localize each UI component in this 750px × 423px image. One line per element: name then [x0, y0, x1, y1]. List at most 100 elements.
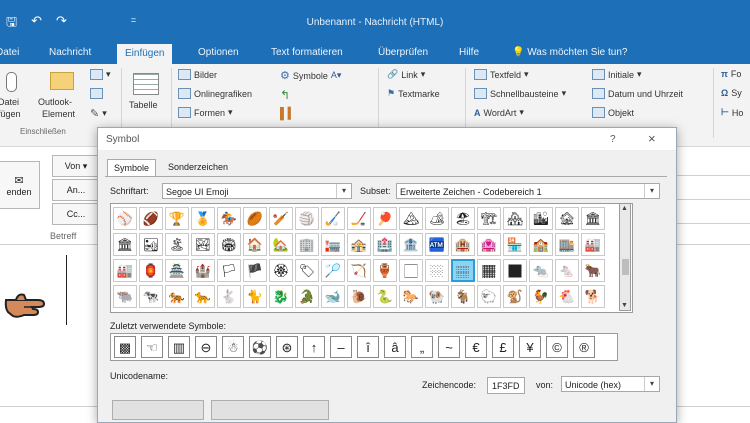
symbol-button[interactable]: Ω Sy [721, 88, 742, 98]
object-button[interactable]: Objekt [592, 107, 634, 118]
symbol-cell[interactable]: 🏗 [477, 207, 501, 230]
tab-options[interactable]: Optionen [198, 47, 239, 58]
symbol-cell[interactable]: 🏪 [503, 233, 527, 256]
symbol-cell[interactable]: 🏓 [373, 207, 397, 230]
symbol-cell[interactable]: 🏕 [425, 207, 449, 230]
symbol-cell[interactable]: 🏸 [321, 259, 345, 282]
symbol-cell[interactable]: 🏉 [243, 207, 267, 230]
symbol-cell[interactable]: 🏆 [165, 207, 189, 230]
symbol-cell[interactable]: 🏭 [113, 259, 137, 282]
symbol-cell[interactable]: 🏨 [451, 233, 475, 256]
symbol-cell[interactable]: 🏼 [425, 259, 449, 282]
subset-select[interactable]: Erweiterte Zeichen - Codebereich 1 ▾ [396, 183, 660, 199]
symbol-cell[interactable]: 🏔 [399, 207, 423, 230]
symbol-cell[interactable]: 🏬 [555, 233, 579, 256]
outlook-element-label-2[interactable]: Element [42, 109, 75, 119]
symbol-cell[interactable]: 🏈 [139, 207, 163, 230]
symbol-cell[interactable]: 🏢 [295, 233, 319, 256]
symbol-cell[interactable]: 🏤 [347, 233, 371, 256]
business-card-button[interactable]: ▾ [90, 69, 111, 80]
symbol-cell[interactable]: 🐌 [347, 285, 371, 308]
from-select[interactable]: Unicode (hex) ▾ [561, 376, 660, 392]
symbol-cell[interactable]: 🏧 [425, 233, 449, 256]
symbol-cell[interactable]: 🏻 [399, 259, 423, 282]
symbol-cell[interactable]: 🏫 [529, 233, 553, 256]
symbol-cell[interactable]: 🏰 [191, 259, 215, 282]
symbol-cell[interactable]: 🐉 [269, 285, 293, 308]
symbol-cell[interactable]: 🐄 [139, 285, 163, 308]
help-button[interactable]: ? [610, 134, 616, 145]
autocorrect-button[interactable] [112, 400, 204, 420]
symbol-cell[interactable]: 🏳 [217, 259, 241, 282]
symbol-grid-scrollbar[interactable]: ▲ ▼ [619, 203, 631, 311]
symbol-cell[interactable]: 🏺 [373, 259, 397, 282]
symbol-cell[interactable]: 🏽 [451, 259, 475, 282]
symbol-cell[interactable]: 🏭 [581, 233, 605, 256]
scroll-up-icon[interactable]: ▲ [621, 205, 628, 212]
symbol-cell[interactable]: 🏇 [217, 207, 241, 230]
table-button[interactable]: Tabelle [129, 100, 158, 110]
recent-symbol[interactable]: ☃ [222, 336, 244, 358]
tell-me-search[interactable]: 💡 Was möchten Sie tun? [512, 47, 627, 58]
symbol-cell[interactable]: 🏜 [139, 233, 163, 256]
online-pictures-button[interactable]: Onlinegrafiken [178, 88, 252, 99]
cc-button[interactable]: Cc... [52, 203, 100, 225]
symbol-cell[interactable]: 🏠 [243, 233, 267, 256]
recent-symbol[interactable]: – [330, 336, 352, 358]
dropcap-button[interactable]: Initiale ▾ [592, 69, 642, 80]
attach-file-label-1[interactable]: Datei [0, 97, 19, 107]
symbol-cell[interactable]: 🐅 [165, 285, 189, 308]
symbol-cell[interactable]: 🐀 [529, 259, 553, 282]
symbol-cell[interactable]: 🐈 [243, 285, 267, 308]
chevron-down-icon[interactable]: ▾ [644, 377, 659, 391]
shapes-button[interactable]: Formen ▾ [178, 107, 233, 118]
symbol-cell[interactable]: 🏑 [321, 207, 345, 230]
tab-special-characters[interactable]: Sonderzeichen [162, 159, 234, 176]
symbol-cell[interactable]: 🐔 [555, 285, 579, 308]
symbol-cell[interactable]: 🏯 [165, 259, 189, 282]
attach-file-label-2[interactable]: fügen [0, 109, 21, 119]
symbol-cell[interactable]: 🐇 [217, 285, 241, 308]
recent-symbol[interactable]: ® [573, 336, 595, 358]
symbol-cell[interactable]: 🏏 [269, 207, 293, 230]
tab-file[interactable]: Datei [0, 47, 19, 58]
symbol-cell[interactable]: 🐕 [581, 285, 605, 308]
symbol-cell[interactable]: 🐑 [477, 285, 501, 308]
symbol-cell[interactable]: 🐂 [581, 259, 605, 282]
symbol-cell[interactable]: 🏐 [295, 207, 319, 230]
scroll-down-icon[interactable]: ▼ [621, 302, 628, 309]
tab-format-text[interactable]: Text formatieren [271, 47, 343, 58]
symbol-cell[interactable]: 🐋 [321, 285, 345, 308]
recent-symbol[interactable]: î [357, 336, 379, 358]
font-select[interactable]: Segoe UI Emoji ▾ [162, 183, 352, 199]
symbol-cell[interactable]: 🏮 [139, 259, 163, 282]
recent-symbol[interactable]: © [546, 336, 568, 358]
equation-button[interactable]: π Fo [721, 69, 741, 79]
symbol-cell[interactable]: 🐆 [191, 285, 215, 308]
symbol-cell[interactable]: 🏴 [243, 259, 267, 282]
symbol-cell[interactable]: ⚾ [113, 207, 137, 230]
symbol-cell[interactable]: 🏝 [165, 233, 189, 256]
symbol-cell[interactable]: 🐏 [425, 285, 449, 308]
bookmark-button[interactable]: ⚑ Textmarke [387, 88, 440, 99]
recent-symbol[interactable]: ↑ [303, 336, 325, 358]
recent-symbol[interactable]: „ [411, 336, 433, 358]
symbol-cell[interactable]: 🏛 [581, 207, 605, 230]
recent-symbol[interactable]: ⊛ [276, 336, 298, 358]
recent-symbol[interactable]: ⚽ [249, 336, 271, 358]
symbol-cell[interactable]: 🏛 [113, 233, 137, 256]
symbol-cell[interactable]: 🏵 [269, 259, 293, 282]
calendar-button[interactable] [90, 88, 103, 99]
symbol-cell[interactable]: 🐁 [555, 259, 579, 282]
symbol-cell[interactable]: 🏅 [191, 207, 215, 230]
symbol-cell[interactable]: 🏦 [399, 233, 423, 256]
symbol-cell[interactable]: 🐎 [399, 285, 423, 308]
chart-icon[interactable]: ▌▍ [280, 107, 296, 120]
signature-button[interactable]: ✎ ▾ [90, 107, 107, 120]
symbol-cell[interactable]: 🏙 [529, 207, 553, 230]
recent-symbol[interactable]: ~ [438, 336, 460, 358]
symbol-cell[interactable]: 🏡 [269, 233, 293, 256]
symbol-cell[interactable]: 🏞 [191, 233, 215, 256]
from-button[interactable]: Von ▾ [52, 155, 100, 177]
symbol-cell[interactable]: 🏩 [477, 233, 501, 256]
